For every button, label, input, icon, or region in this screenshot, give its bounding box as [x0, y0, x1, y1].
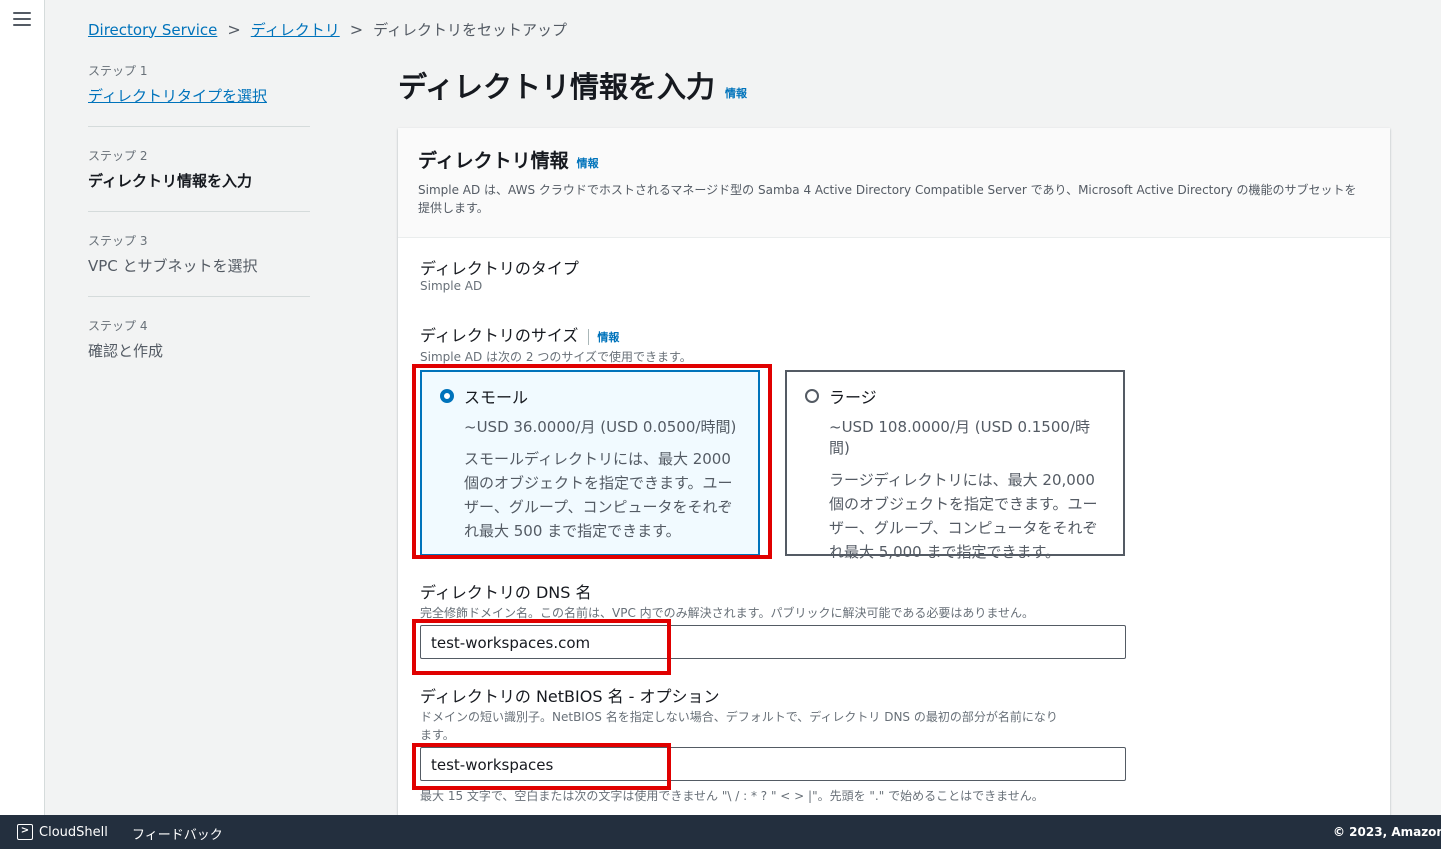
- step-number: ステップ 4: [88, 319, 148, 333]
- directory-size-label-text: ディレクトリのサイズ: [420, 326, 579, 345]
- cloudshell-button[interactable]: > CloudShell: [17, 824, 108, 840]
- step-3: ステップ 3 VPC とサブネットを選択: [88, 232, 310, 297]
- breadcrumb-directory[interactable]: ディレクトリ: [251, 19, 340, 40]
- directory-type-label: ディレクトリのタイプ: [420, 255, 579, 279]
- cloudshell-label: CloudShell: [39, 824, 108, 840]
- info-link[interactable]: 情報: [588, 329, 619, 345]
- step-number: ステップ 1: [88, 64, 148, 78]
- netbios-name-description-cont: ます。: [420, 728, 455, 742]
- terminal-icon: >: [17, 824, 33, 840]
- step-2: ステップ 2 ディレクトリ情報を入力: [88, 147, 310, 212]
- info-link[interactable]: 情報: [577, 155, 599, 171]
- wizard-steps: ステップ 1 ディレクトリタイプを選択 ステップ 2 ディレクトリ情報を入力 ス…: [88, 62, 310, 401]
- netbios-name-label-text: ディレクトリの NetBIOS 名 - オプション: [420, 687, 720, 706]
- side-navigation-bar: [0, 0, 45, 815]
- size-option-large-price: ~USD 108.0000/月 (USD 0.1500/時間): [829, 418, 1090, 457]
- chevron-right-icon: >: [227, 20, 241, 39]
- feedback-link[interactable]: フィードバック: [132, 824, 223, 843]
- panel-description: Simple AD は、AWS クラウドでホストされるマネージド型の Samba…: [418, 183, 1357, 215]
- dns-name-input[interactable]: test-workspaces.com: [420, 625, 1126, 659]
- step-link-select-type[interactable]: ディレクトリタイプを選択: [88, 85, 310, 106]
- size-option-large[interactable]: ラージ ~USD 108.0000/月 (USD 0.1500/時間) ラージデ…: [785, 370, 1125, 561]
- size-option-small-head: スモール: [440, 384, 744, 408]
- directory-type-label-text: ディレクトリのタイプ: [420, 259, 579, 278]
- size-option-small[interactable]: スモール ~USD 36.0000/月 (USD 0.0500/時間) スモール…: [420, 370, 760, 556]
- directory-type-value: Simple AD: [420, 279, 483, 293]
- netbios-name-constraint: 最大 15 文字で、空白または次の文字は使用できません "\ / : * ? "…: [420, 789, 1044, 803]
- netbios-name-input[interactable]: test-workspaces: [420, 747, 1126, 781]
- step-label-current: ディレクトリ情報を入力: [88, 172, 252, 190]
- size-option-large-head: ラージ: [805, 384, 1109, 408]
- directory-size-label: ディレクトリのサイズ 情報: [420, 322, 619, 346]
- console-footer: > CloudShell フィードバック © 2023, Amazon Web …: [0, 815, 1441, 849]
- panel-header: ディレクトリ情報 情報 Simple AD は、AWS クラウドでホストされるマ…: [398, 128, 1390, 238]
- panel-title-text: ディレクトリ情報: [418, 150, 569, 172]
- menu-icon[interactable]: [13, 12, 31, 28]
- page-title-text: ディレクトリ情報を入力: [398, 70, 715, 104]
- main-content: Directory Service > ディレクトリ > ディレクトリをセットア…: [46, 0, 1441, 828]
- netbios-name-description: ドメインの短い識別子。NetBIOS 名を指定しない場合、デフォルトで、ディレク…: [420, 710, 1058, 724]
- dns-name-label-text: ディレクトリの DNS 名: [420, 583, 592, 602]
- info-link[interactable]: 情報: [725, 85, 747, 101]
- dns-name-label: ディレクトリの DNS 名: [420, 579, 592, 603]
- size-option-large-description: ラージディレクトリには、最大 20,000 個のオブジェクトを指定できます。ユー…: [829, 471, 1098, 561]
- page-title: ディレクトリ情報を入力 情報: [398, 64, 747, 106]
- size-option-large-title: ラージ: [829, 388, 877, 407]
- breadcrumb: Directory Service > ディレクトリ > ディレクトリをセットア…: [88, 19, 567, 40]
- step-label: VPC とサブネットを選択: [88, 257, 258, 275]
- size-option-small-title: スモール: [464, 388, 529, 407]
- radio-unselected-icon[interactable]: [805, 389, 819, 403]
- chevron-right-icon: >: [349, 20, 364, 39]
- netbios-name-label: ディレクトリの NetBIOS 名 - オプション: [420, 683, 720, 707]
- directory-size-description: Simple AD は次の 2 つのサイズで使用できます。: [420, 350, 692, 364]
- step-number: ステップ 3: [88, 234, 148, 248]
- step-label: 確認と作成: [88, 342, 164, 360]
- size-option-small-price: ~USD 36.0000/月 (USD 0.0500/時間): [464, 418, 737, 436]
- dns-name-description: 完全修飾ドメイン名。この名前は、VPC 内でのみ解決されます。パブリックに解決可…: [420, 606, 1034, 620]
- copyright-text: © 2023, Amazon Web Services, Inc.: [1333, 825, 1441, 839]
- radio-selected-icon[interactable]: [440, 389, 454, 403]
- directory-info-panel: ディレクトリ情報 情報 Simple AD は、AWS クラウドでホストされるマ…: [398, 128, 1390, 828]
- size-option-small-description: スモールディレクトリには、最大 2000 個のオブジェクトを指定できます。ユーザ…: [464, 450, 733, 540]
- breadcrumb-directory-service[interactable]: Directory Service: [88, 21, 217, 39]
- panel-title: ディレクトリ情報 情報: [418, 146, 1370, 173]
- step-1: ステップ 1 ディレクトリタイプを選択: [88, 62, 310, 127]
- breadcrumb-current: ディレクトリをセットアップ: [373, 21, 568, 39]
- step-number: ステップ 2: [88, 149, 148, 163]
- step-4: ステップ 4 確認と作成: [88, 317, 310, 381]
